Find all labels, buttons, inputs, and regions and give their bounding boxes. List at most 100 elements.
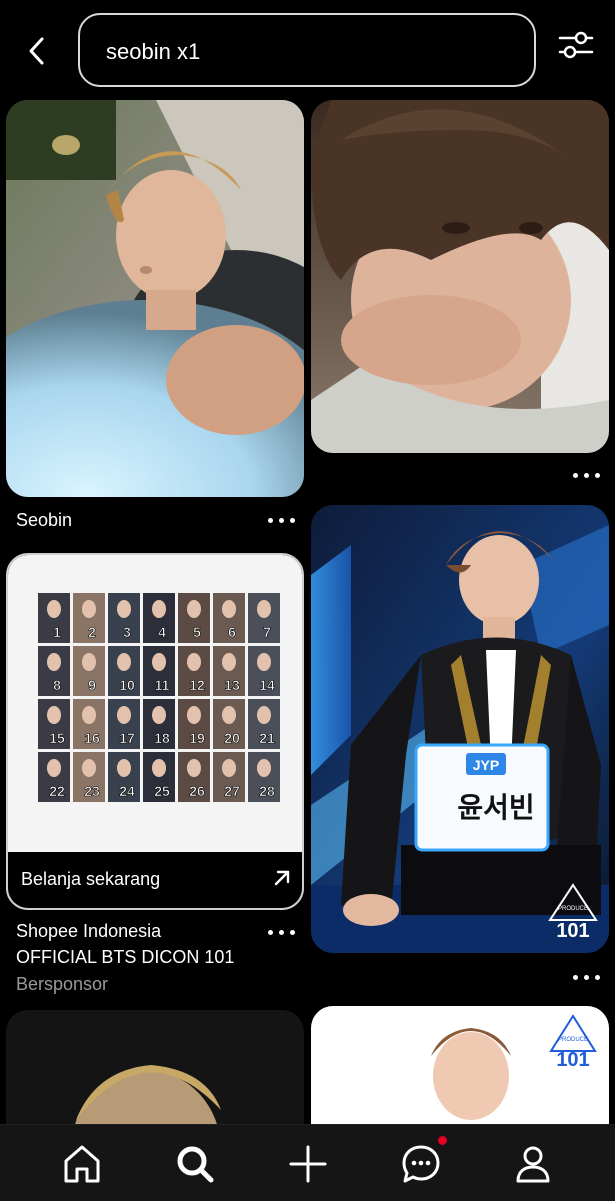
filter-button[interactable] — [556, 28, 596, 62]
photocard: 27 — [213, 752, 245, 802]
bottom-navigation — [0, 1124, 615, 1201]
photocard-number: 15 — [49, 730, 65, 746]
photocard: 16 — [73, 699, 105, 749]
photocard-number: 23 — [84, 783, 100, 799]
photocard: 6 — [213, 593, 245, 643]
name-tag-agency: JYP — [473, 757, 499, 773]
search-box[interactable] — [78, 13, 536, 87]
more-options-icon[interactable] — [265, 925, 299, 939]
photocard-number: 20 — [224, 730, 240, 746]
photocard-number: 28 — [259, 783, 275, 799]
photocard: 13 — [213, 646, 245, 696]
back-button[interactable] — [20, 32, 54, 70]
name-tag: JYP 윤서빈 — [414, 743, 550, 852]
photocard-number: 4 — [158, 624, 166, 640]
user-icon — [516, 1146, 550, 1183]
photocard: 7 — [248, 593, 280, 643]
name-tag-name: 윤서빈 — [457, 791, 534, 824]
photocard-number: 6 — [228, 624, 236, 640]
nav-create[interactable] — [283, 1139, 333, 1189]
photocard-number: 12 — [189, 677, 205, 693]
arrow-up-right-icon — [274, 870, 290, 886]
photocard: 25 — [143, 752, 175, 802]
photocard: 4 — [143, 593, 175, 643]
photocard: 1 — [38, 593, 70, 643]
nav-profile[interactable] — [508, 1139, 558, 1189]
photocard-number: 11 — [155, 677, 170, 693]
photocard-number: 10 — [119, 677, 135, 693]
product-image: 1 2 3 4 5 6 7 8 9 10 11 12 13 14 15 16 17 18 19 20 21 22 23 24 2… — [8, 555, 302, 852]
photocard-number: 18 — [154, 730, 170, 746]
nav-messages[interactable] — [396, 1139, 446, 1189]
photo-produce101: JYP 윤서빈 PRODUCE 101 — [311, 505, 609, 953]
photocard: 2 — [73, 593, 105, 643]
photocard-number: 25 — [154, 783, 170, 799]
photocard-number: 19 — [189, 730, 205, 746]
photocard: 26 — [178, 752, 210, 802]
search-header — [0, 0, 615, 100]
photocard: 9 — [73, 646, 105, 696]
pin-image-seobin-closeup[interactable] — [311, 100, 609, 453]
photocard-number: 17 — [119, 730, 135, 746]
photo-bath — [6, 100, 304, 497]
svg-text:PRODUCE: PRODUCE — [558, 1037, 588, 1043]
photocard: 20 — [213, 699, 245, 749]
photocard-number: 5 — [193, 624, 201, 640]
photocard-number: 26 — [189, 783, 205, 799]
photo-closeup — [311, 100, 609, 453]
sponsored-label: Bersponsor — [16, 974, 109, 994]
photocard: 3 — [108, 593, 140, 643]
more-options-icon[interactable] — [570, 970, 604, 984]
photocard: 5 — [178, 593, 210, 643]
chat-bubble-icon — [402, 1145, 440, 1183]
svg-text:101: 101 — [556, 1049, 589, 1071]
photocard-number: 2 — [88, 624, 96, 640]
photocard: 28 — [248, 752, 280, 802]
pin-image-seobin-produce101[interactable]: JYP 윤서빈 PRODUCE 101 — [311, 505, 609, 953]
plus-icon — [289, 1145, 327, 1183]
photocard: 8 — [38, 646, 70, 696]
photocard-number: 22 — [49, 783, 65, 799]
pin-image-seobin-bath[interactable] — [6, 100, 304, 497]
sliders-icon — [558, 31, 594, 59]
photocard: 21 — [248, 699, 280, 749]
photocard: 22 — [38, 752, 70, 802]
search-input[interactable] — [104, 33, 508, 71]
photocard-number: 16 — [84, 730, 100, 746]
photocard: 10 — [108, 646, 140, 696]
photocard: 18 — [143, 699, 175, 749]
photocard-number: 8 — [53, 677, 61, 693]
chevron-left-icon — [29, 37, 44, 65]
photocard: 15 — [38, 699, 70, 749]
shop-now-label: Belanja sekarang — [21, 869, 161, 889]
nav-home[interactable] — [57, 1139, 107, 1189]
ad-title: OFFICIAL BTS DICON 101 — [16, 947, 235, 967]
notification-dot — [438, 1136, 447, 1145]
photocard: 23 — [73, 752, 105, 802]
photocard-number: 24 — [119, 783, 135, 799]
more-options-icon[interactable] — [265, 513, 299, 527]
pin-title: Seobin — [16, 510, 73, 530]
svg-text:101: 101 — [556, 920, 589, 942]
photocard-number: 27 — [224, 783, 240, 799]
photocard: 12 — [178, 646, 210, 696]
advertiser-name[interactable]: Shopee Indonesia — [16, 921, 161, 942]
home-icon — [64, 1145, 100, 1183]
photocard-number: 1 — [53, 624, 61, 640]
photocard: 24 — [108, 752, 140, 802]
photocard-number: 13 — [224, 677, 240, 693]
photocard-number: 14 — [259, 677, 275, 693]
photocard-number: 7 — [263, 624, 271, 640]
photocard: 17 — [108, 699, 140, 749]
photocard-grid: 1 2 3 4 5 6 78 9 10 11 12 13 1415 16 17 18 19 20 2122 23 24 2… — [38, 593, 280, 802]
search-icon — [177, 1146, 214, 1183]
more-options-icon[interactable] — [570, 468, 604, 482]
photocard: 19 — [178, 699, 210, 749]
svg-text:PRODUCE: PRODUCE — [558, 906, 588, 912]
photocard-number: 3 — [123, 624, 131, 640]
photocard: 11 — [143, 646, 175, 696]
photocard-number: 21 — [259, 730, 275, 746]
nav-search[interactable] — [170, 1139, 220, 1189]
photocard-number: 9 — [88, 677, 96, 693]
shop-now-button[interactable]: Belanja sekarang — [6, 852, 304, 910]
